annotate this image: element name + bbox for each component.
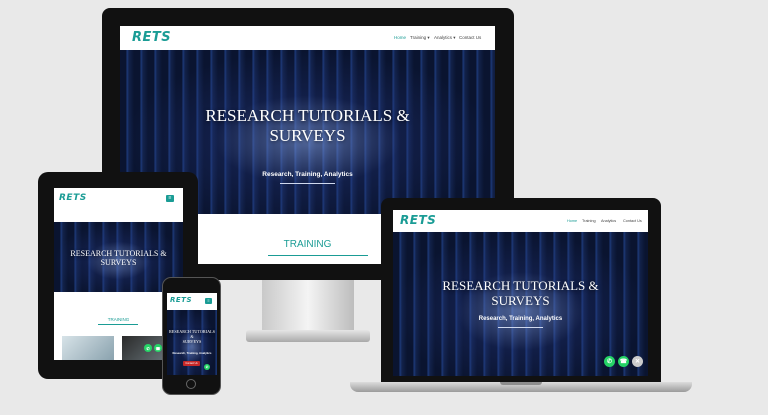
- laptop-hero: RESEARCH TUTORIALS & SURVEYS Research, T…: [393, 232, 648, 376]
- whatsapp-icon: ✆: [205, 365, 209, 369]
- phone-home-button[interactable]: [186, 379, 196, 389]
- laptop-hero-title: RESEARCH TUTORIALS & SURVEYS: [393, 278, 648, 309]
- chevron-down-icon: ▾: [427, 35, 430, 40]
- phone-contact-button[interactable]: Contact Us: [183, 361, 200, 366]
- desktop-hero-divider: [280, 183, 335, 184]
- desktop-nav-analytics-label: Analytics: [434, 35, 453, 40]
- phone-contact-label: Contact Us: [185, 362, 198, 365]
- phone-hero-subtitle: Research, Training, Analytics: [172, 351, 212, 355]
- desktop-nav-contact[interactable]: Contact Us: [459, 35, 481, 40]
- phone-icon: ☎: [619, 359, 628, 365]
- phone-menu-button[interactable]: ≡: [205, 298, 212, 304]
- menu-icon: ≡: [207, 298, 210, 303]
- phone-icon: ☎: [155, 345, 161, 351]
- laptop-hero-title-line2: SURVEYS: [491, 292, 550, 308]
- desktop-section-underline: [268, 255, 368, 256]
- close-icon: ✕: [634, 359, 641, 365]
- tablet-hero-title: RESEARCH TUTORIALS & SURVEYS: [54, 249, 183, 267]
- desktop-hero-title-line1: RESEARCH TUTORIALS &: [205, 106, 410, 125]
- desktop-hero-title: RESEARCH TUTORIALS & SURVEYS: [120, 106, 495, 145]
- desktop-nav-analytics[interactable]: Analytics ▾: [434, 35, 456, 41]
- desktop-header: RETS Home Training ▾ Analytics ▾ Contact…: [120, 26, 495, 50]
- laptop-header: RETS Home Training Analytics Contact Us: [393, 210, 648, 232]
- laptop-logo[interactable]: RETS: [400, 213, 436, 227]
- desktop-stand: [262, 280, 354, 334]
- laptop-hero-divider: [498, 327, 543, 328]
- phone-logo[interactable]: RETS: [170, 296, 192, 304]
- tablet-phone-button[interactable]: ☎: [154, 344, 162, 352]
- laptop-whatsapp-button[interactable]: ✆: [604, 356, 615, 367]
- phone-hero-title-line2: SURVEYS: [182, 338, 202, 344]
- laptop-hero-title-line1: RESEARCH TUTORIALS &: [442, 278, 599, 293]
- phone-hero: RESEARCH TUTORIALS & SURVEYS Research, T…: [167, 310, 217, 375]
- desktop-nav-training[interactable]: Training ▾: [410, 35, 430, 41]
- laptop-hero-subtitle: Research, Training, Analytics: [478, 316, 563, 322]
- tablet-hero-title-line2: SURVEYS: [100, 258, 137, 268]
- tablet-menu-button[interactable]: ≡: [166, 195, 174, 202]
- laptop-notch: [500, 382, 542, 385]
- whatsapp-icon: ✆: [146, 345, 150, 351]
- desktop-nav-training-label: Training: [410, 35, 427, 40]
- desktop-stand-base: [246, 330, 370, 342]
- laptop-nav-contact[interactable]: Contact Us: [623, 219, 642, 223]
- phone-whatsapp-button[interactable]: ✆: [204, 364, 210, 370]
- desktop-hero-title-line2: SURVEYS: [269, 125, 346, 145]
- phone-screen: RETS ≡ RESEARCH TUTORIALS & SURVEYS Rese…: [167, 293, 217, 375]
- tablet-whatsapp-button[interactable]: ✆: [144, 344, 152, 352]
- desktop-logo[interactable]: RETS: [132, 30, 171, 45]
- chevron-down-icon: ▾: [453, 35, 456, 40]
- whatsapp-icon: ✆: [606, 359, 613, 365]
- tablet-card-image-left: [62, 336, 114, 360]
- laptop-phone-button[interactable]: ☎: [618, 356, 629, 367]
- laptop-screen: RETS Home Training Analytics Contact Us …: [393, 210, 648, 376]
- laptop-nav-training[interactable]: Training: [582, 219, 596, 223]
- tablet-hero-title-line1: RESEARCH TUTORIALS &: [70, 249, 167, 258]
- laptop-close-button[interactable]: ✕: [632, 356, 643, 367]
- tablet-section-underline: [98, 324, 138, 325]
- phone-hero-title: RESEARCH TUTORIALS & SURVEYS: [167, 329, 217, 344]
- laptop-nav-analytics[interactable]: Analytics: [601, 219, 616, 223]
- tablet-logo[interactable]: RETS: [59, 193, 87, 203]
- menu-icon: ≡: [168, 195, 172, 201]
- desktop-nav-home[interactable]: Home: [394, 35, 406, 40]
- laptop-nav-home[interactable]: Home: [567, 219, 577, 223]
